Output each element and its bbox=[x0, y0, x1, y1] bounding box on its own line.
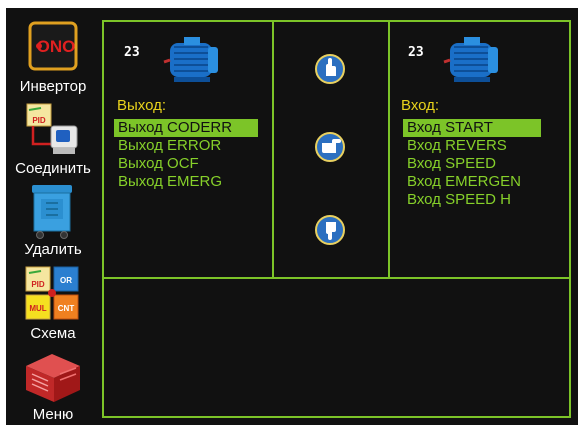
trash-bin-icon bbox=[32, 185, 72, 239]
pid-connect-icon: PID bbox=[26, 103, 78, 154]
vertical-divider-left bbox=[272, 20, 274, 279]
sidebar-item-connect[interactable]: PID bbox=[6, 102, 100, 158]
hmi-screen: ONO Инвертор PID Соединить Удалить PID O… bbox=[6, 8, 578, 425]
list-item[interactable]: Вход START bbox=[403, 119, 541, 137]
list-item[interactable]: Вход REVERS bbox=[403, 137, 541, 155]
sidebar-label-scheme: Схема bbox=[30, 325, 76, 342]
hand-down-icon[interactable] bbox=[315, 215, 345, 245]
list-item[interactable]: Вход SPEED H bbox=[403, 191, 541, 209]
sidebar-item-delete[interactable] bbox=[6, 183, 100, 239]
vertical-divider-right bbox=[388, 20, 390, 279]
svg-text:ONO: ONO bbox=[37, 37, 76, 56]
svg-text:PID: PID bbox=[31, 280, 45, 289]
motor-icon bbox=[443, 37, 498, 82]
list-item[interactable]: Вход SPEED bbox=[403, 155, 541, 173]
sidebar-label-delete: Удалить bbox=[24, 241, 82, 258]
list-item[interactable]: Выход ERROR bbox=[114, 137, 258, 155]
list-item[interactable]: Выход CODERR bbox=[114, 119, 258, 137]
input-list: Вход START Вход REVERS Вход SPEED Вход E… bbox=[403, 119, 541, 209]
list-item[interactable]: Выход EMERG bbox=[114, 173, 258, 191]
scheme-blocks-icon: PID OR MUL CNT bbox=[25, 266, 79, 320]
list-item[interactable]: Выход OCF bbox=[114, 155, 258, 173]
input-title: Вход: bbox=[401, 97, 440, 114]
sidebar-label-menu: Меню bbox=[32, 406, 74, 423]
menu-box-icon bbox=[26, 354, 80, 402]
list-item[interactable]: Вход EMERGEN bbox=[403, 173, 541, 191]
output-title: Выход: bbox=[117, 97, 167, 114]
sidebar-label-connect: Соединить bbox=[15, 160, 91, 177]
sidebar-label-invertor: Инвертор bbox=[19, 78, 87, 95]
sidebar-item-scheme[interactable]: PID OR MUL CNT bbox=[6, 265, 100, 321]
sidebar-item-menu[interactable] bbox=[6, 348, 100, 404]
svg-text:MUL: MUL bbox=[29, 304, 46, 313]
input-count: 23 bbox=[408, 45, 424, 60]
hand-up-icon[interactable] bbox=[315, 54, 345, 84]
output-list: Выход CODERR Выход ERROR Выход OCF Выход… bbox=[114, 119, 258, 191]
hand-right-icon[interactable] bbox=[315, 132, 345, 162]
motor-icon bbox=[163, 37, 218, 82]
bottom-info-area bbox=[104, 279, 569, 416]
svg-text:PID: PID bbox=[32, 116, 46, 125]
ono-icon: ONO bbox=[28, 21, 78, 71]
output-count: 23 bbox=[124, 45, 140, 60]
svg-text:CNT: CNT bbox=[58, 304, 75, 313]
svg-text:OR: OR bbox=[60, 276, 72, 285]
